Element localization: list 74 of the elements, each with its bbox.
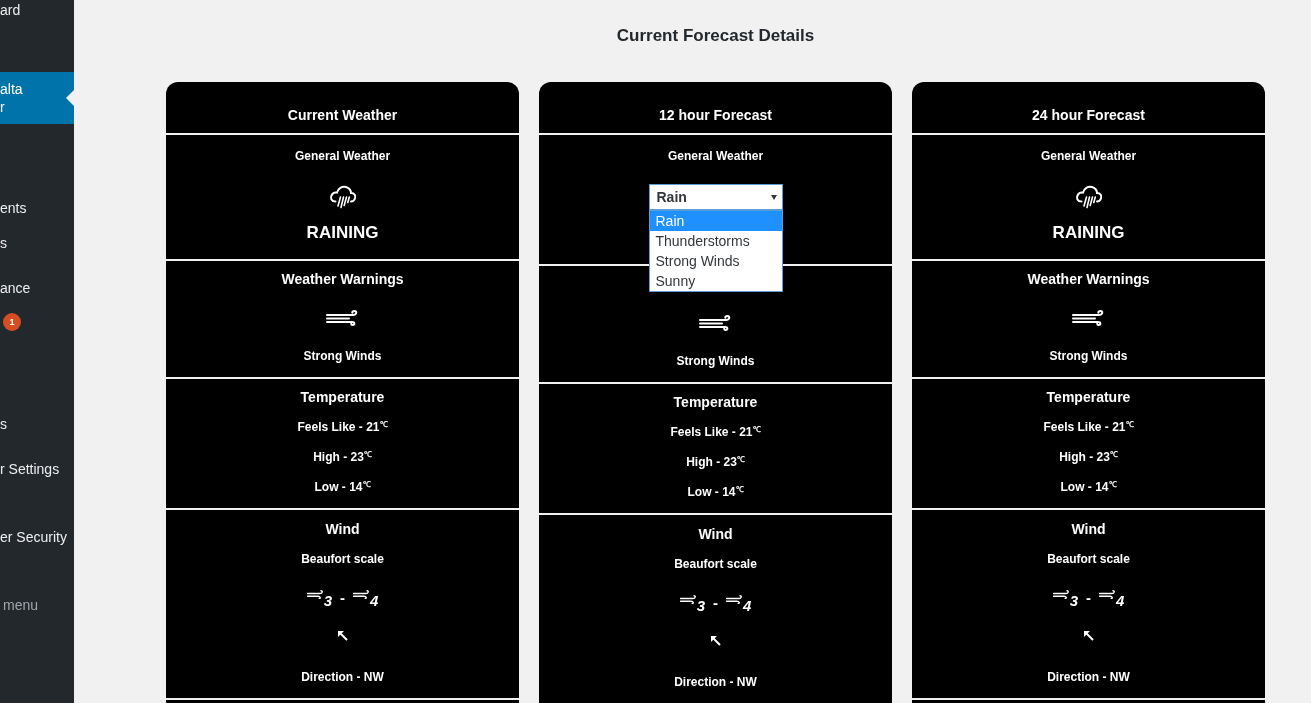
beaufort-number: 3 <box>696 598 705 613</box>
weather-condition-label: RAINING <box>1052 222 1125 244</box>
scale-label: Beaufort scale <box>301 551 384 567</box>
range-dash: - <box>340 590 345 605</box>
count-badge: 1 <box>3 313 21 331</box>
wind-direction-label: Direction - NW <box>674 674 757 690</box>
section-heading: General Weather <box>1040 148 1137 164</box>
warning-label: Strong Winds <box>676 353 755 369</box>
strong-wind-icon <box>1072 310 1105 326</box>
beaufort-number: 3 <box>1069 593 1078 608</box>
temperature-reading: Low - 14$^{℃}$ <box>314 479 371 495</box>
sidebar-item[interactable]: alta r <box>0 72 74 124</box>
arrow-icon <box>337 631 348 641</box>
collapse-menu-button[interactable]: menu <box>3 596 39 614</box>
beaufort-number: 4 <box>743 598 752 613</box>
temperature-reading: High - 23$^{℃}$ <box>686 454 745 470</box>
warning-label: Strong Winds <box>303 348 382 364</box>
temperature-reading: Feels Like - 21$^{℃}$ <box>297 419 388 435</box>
dropdown-option[interactable]: Thunderstorms <box>649 231 782 251</box>
temperature-reading: Low - 14$^{℃}$ <box>687 484 744 500</box>
scale-label: Beaufort scale <box>1047 551 1130 567</box>
weather-condition-label: RAINING <box>306 222 379 244</box>
section-heading: Temperature <box>300 388 385 406</box>
column-title: 12 hour Forecast <box>659 106 772 124</box>
sidebar-item[interactable]: ents <box>0 199 27 217</box>
rain-cloud-icon <box>1074 184 1103 209</box>
temperature-reading: Low - 14$^{℃}$ <box>1060 479 1117 495</box>
section-heading: General Weather <box>667 148 764 164</box>
triangle-pointer-icon <box>66 90 74 106</box>
wind-direction-label: Direction - NW <box>301 669 384 685</box>
strong-wind-icon <box>326 310 359 326</box>
temperature-reading: High - 23$^{℃}$ <box>1059 449 1118 465</box>
sidebar-item[interactable]: s <box>0 234 7 252</box>
beaufort-number: 3 <box>323 593 332 608</box>
arrow-icon <box>1083 631 1094 641</box>
sidebar-item[interactable]: ance <box>0 279 31 297</box>
section-heading: Wind <box>1071 520 1106 538</box>
temperature-reading: Feels Like - 21$^{℃}$ <box>670 424 761 440</box>
beaufort-wind-icon <box>1052 590 1070 599</box>
rain-cloud-icon <box>328 184 357 209</box>
beaufort-wind-icon <box>353 590 370 599</box>
wind-direction-label: Direction - NW <box>1047 669 1130 685</box>
section-heading: Temperature <box>1046 388 1131 406</box>
sidebar-item[interactable]: r Settings <box>0 460 60 478</box>
section-heading: Weather Warnings <box>1027 270 1150 288</box>
sidebar-item[interactable]: s <box>0 415 7 433</box>
dropdown-option[interactable]: Sunny <box>649 271 782 291</box>
range-dash: - <box>713 595 718 610</box>
beaufort-wind-icon <box>726 595 743 604</box>
strong-wind-icon <box>699 315 732 331</box>
section-heading: General Weather <box>294 148 391 164</box>
arrow-icon <box>710 636 721 646</box>
range-dash: - <box>1086 590 1091 605</box>
beaufort-number: 4 <box>370 593 379 608</box>
page-title: Current Forecast Details <box>616 26 815 46</box>
temperature-reading: Feels Like - 21$^{℃}$ <box>1043 419 1134 435</box>
scale-label: Beaufort scale <box>674 556 757 572</box>
beaufort-number: 4 <box>1116 593 1125 608</box>
beaufort-wind-icon <box>306 590 324 599</box>
warning-label: Strong Winds <box>1049 348 1128 364</box>
temperature-reading: High - 23$^{℃}$ <box>313 449 372 465</box>
beaufort-wind-icon <box>1099 590 1116 599</box>
sidebar-item[interactable]: er Security <box>0 528 67 546</box>
caret-icon <box>770 194 777 200</box>
beaufort-wind-icon <box>679 595 697 604</box>
column-title: 24 hour Forecast <box>1032 106 1145 124</box>
section-heading: Weather Warnings <box>281 270 404 288</box>
column-title: Current Weather <box>287 106 398 124</box>
sidebar-item[interactable]: ard <box>0 1 21 19</box>
condition-select[interactable]: Rain <box>648 184 783 210</box>
section-heading: Temperature <box>673 393 758 411</box>
section-heading: Wind <box>698 525 733 543</box>
dropdown-option[interactable]: Strong Winds <box>649 251 782 271</box>
section-heading: Wind <box>325 520 360 538</box>
